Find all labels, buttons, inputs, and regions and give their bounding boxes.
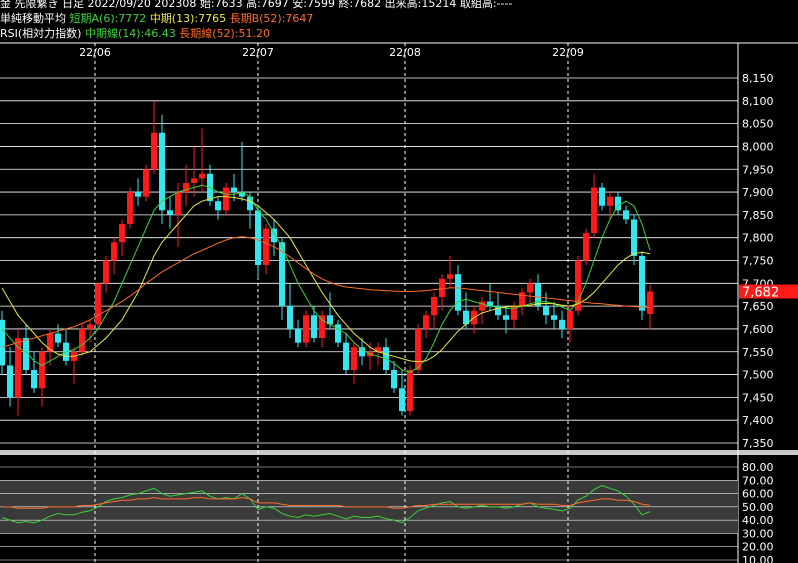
candle-body — [359, 347, 365, 357]
rsi-tick-label: 70.00 — [742, 474, 774, 487]
price-tick-label: 7,450 — [742, 391, 774, 404]
candle-body — [623, 210, 629, 220]
candle-body — [167, 210, 173, 215]
price-tick-label: 7,850 — [742, 209, 774, 222]
candle-body — [351, 347, 357, 370]
candle-body — [607, 196, 613, 206]
rsi-tick-label: 40.00 — [742, 514, 774, 527]
rsi-tick-label: 10.00 — [742, 554, 774, 563]
ma-mid-line — [1, 196, 651, 363]
candle-body — [127, 192, 133, 224]
candle-body — [639, 255, 645, 311]
candle-body — [559, 319, 565, 329]
candle-body — [87, 324, 93, 329]
candle-body — [287, 306, 293, 329]
price-tick-label: 7,400 — [742, 414, 774, 427]
price-tick-label: 8,150 — [742, 72, 774, 85]
price-tick-label: 7,650 — [742, 300, 774, 313]
price-tick-label: 7,800 — [742, 232, 774, 245]
rsi-tick-label: 30.00 — [742, 527, 774, 540]
candle-body — [631, 219, 637, 256]
candle-body — [31, 370, 37, 389]
candle-body — [151, 132, 157, 170]
candle-body — [55, 333, 61, 343]
candle-body — [551, 315, 557, 320]
pane-divider — [0, 450, 798, 455]
price-chart[interactable]: 8,150 8,100 8,050 8,000 7,950 7,900 7,850 7,800… — [0, 0, 798, 563]
candle-body — [647, 291, 653, 314]
candle-body — [591, 187, 597, 234]
rsi-tick-label: 60.00 — [742, 488, 774, 501]
candle-body — [583, 233, 589, 261]
candle-body — [159, 132, 165, 211]
candle-body — [319, 315, 325, 339]
candle-body — [439, 278, 445, 297]
candle-body — [0, 319, 5, 366]
candle-body — [391, 370, 397, 389]
candle-body — [247, 196, 253, 211]
candle-body — [615, 196, 621, 211]
candle-body — [95, 283, 101, 325]
price-tick-label: 7,750 — [742, 255, 774, 268]
candle-body — [399, 388, 405, 412]
date-label: 22/07 — [242, 46, 274, 59]
candle-body — [119, 224, 125, 243]
date-label: 22/06 — [79, 46, 111, 59]
date-label: 22/08 — [389, 46, 421, 59]
candle-body — [7, 365, 13, 398]
candle-body — [215, 201, 221, 211]
candle-body — [415, 328, 421, 370]
candle-body — [527, 283, 533, 293]
candle-body — [455, 274, 461, 311]
candle-body — [295, 328, 301, 343]
price-tick-label: 8,000 — [742, 140, 774, 153]
candle-body — [223, 187, 229, 211]
candle-body — [111, 242, 117, 261]
candle-body — [335, 324, 341, 343]
price-tick-label: 7,500 — [742, 369, 774, 382]
candle-body — [503, 315, 509, 320]
price-tick-label: 7,350 — [742, 437, 774, 450]
candle-body — [567, 310, 573, 329]
candle-body — [303, 315, 309, 343]
date-label: 22/09 — [552, 46, 584, 59]
candle-body — [199, 173, 205, 179]
rsi-tick-label: 20.00 — [742, 541, 774, 554]
price-tick-label: 8,100 — [742, 95, 774, 108]
rsi-tick-label: 80.00 — [742, 461, 774, 474]
price-tick-label: 7,950 — [742, 163, 774, 176]
candle-body — [599, 187, 605, 206]
candle-body — [311, 315, 317, 339]
price-tick-label: 7,550 — [742, 346, 774, 359]
candle-body — [447, 274, 453, 279]
candle-body — [543, 306, 549, 316]
price-tick-label: 7,900 — [742, 186, 774, 199]
candle-body — [431, 297, 437, 316]
candle-body — [103, 260, 109, 284]
candle-body — [407, 370, 413, 412]
price-tick-label: 8,050 — [742, 118, 774, 131]
last-price-label: 7,682 — [742, 286, 779, 301]
candle-body — [535, 283, 541, 307]
candle-body — [343, 342, 349, 370]
candle-body — [79, 328, 85, 352]
candle-body — [263, 228, 269, 266]
candle-body — [135, 192, 141, 197]
candle-body — [175, 192, 181, 215]
candle-body — [231, 187, 237, 193]
price-tick-label: 7,600 — [742, 323, 774, 336]
candle-body — [39, 351, 45, 389]
candle-body — [191, 178, 197, 183]
rsi-tick-label: 50.00 — [742, 501, 774, 514]
candle-body — [143, 169, 149, 197]
candle-body — [255, 210, 261, 266]
candle-body — [271, 228, 277, 243]
candle-body — [423, 315, 429, 329]
candles — [0, 100, 653, 416]
